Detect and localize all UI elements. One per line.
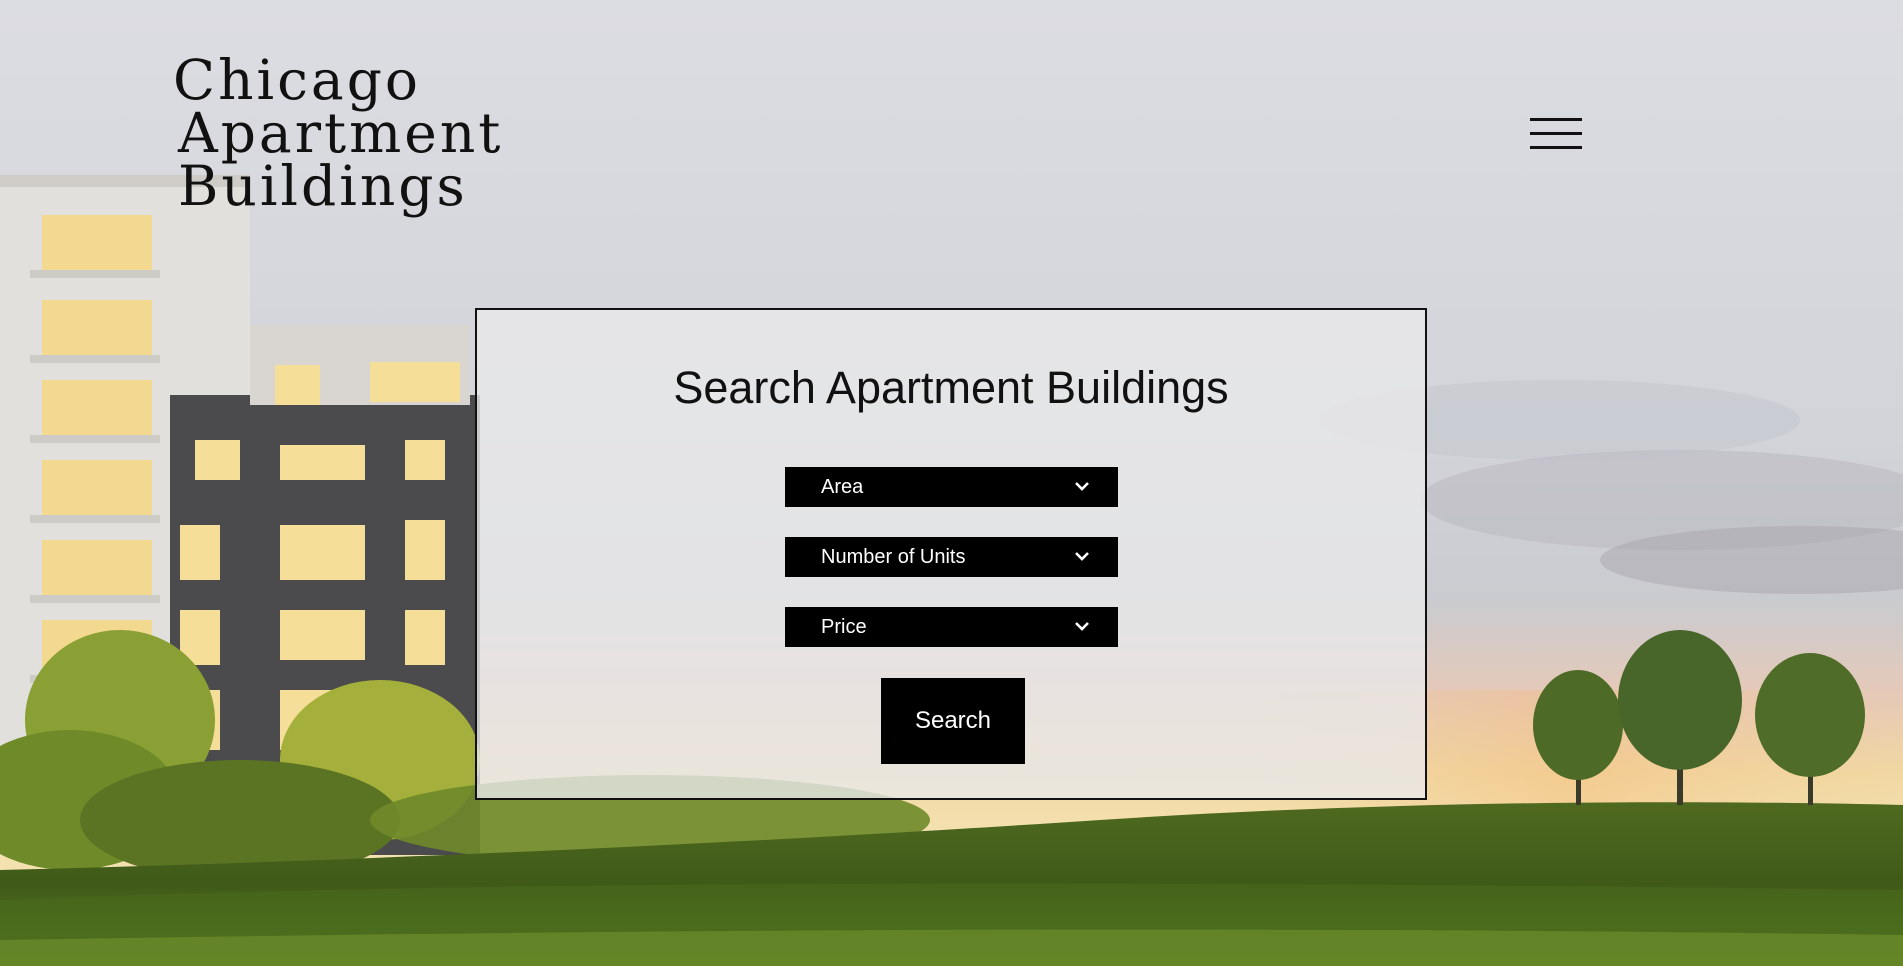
menu-bar (1530, 132, 1582, 135)
area-dropdown[interactable]: Area (785, 467, 1118, 507)
units-dropdown-label: Number of Units (821, 546, 966, 568)
site-logo[interactable]: Chicago Apartment Buildings (173, 48, 504, 218)
logo-line-3: Buildings (178, 154, 468, 218)
search-title: Search Apartment Buildings (673, 362, 1229, 413)
chevron-down-icon (1075, 482, 1089, 491)
area-dropdown-label: Area (821, 476, 864, 498)
units-dropdown[interactable]: Number of Units (785, 537, 1118, 577)
price-dropdown-label: Price (821, 616, 867, 638)
hamburger-menu-icon[interactable] (1530, 116, 1582, 154)
logo-line-2: Apartment (178, 101, 504, 165)
search-button[interactable]: Search (881, 678, 1025, 764)
search-panel: Search Apartment Buildings Area Number o… (475, 308, 1427, 800)
chevron-down-icon (1075, 622, 1089, 631)
price-dropdown[interactable]: Price (785, 607, 1118, 647)
chevron-down-icon (1075, 552, 1089, 561)
logo-line-1: Chicago (173, 48, 422, 112)
menu-bar (1530, 118, 1582, 121)
menu-bar (1530, 146, 1582, 149)
